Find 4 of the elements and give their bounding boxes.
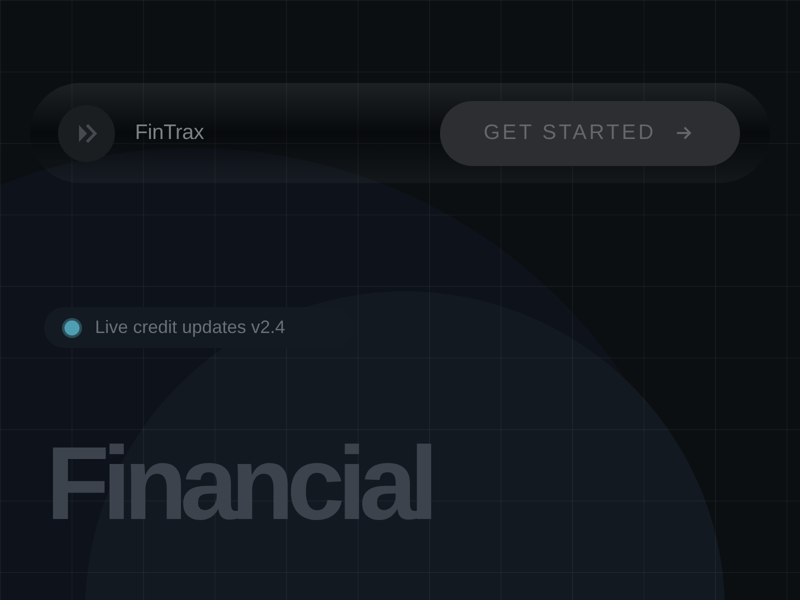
- badge-text: Live credit updates v2.4: [95, 316, 286, 339]
- get-started-button[interactable]: GET STARTED: [440, 100, 740, 166]
- arrow-right-icon: [676, 126, 692, 140]
- brand-name: FinTrax: [135, 120, 204, 146]
